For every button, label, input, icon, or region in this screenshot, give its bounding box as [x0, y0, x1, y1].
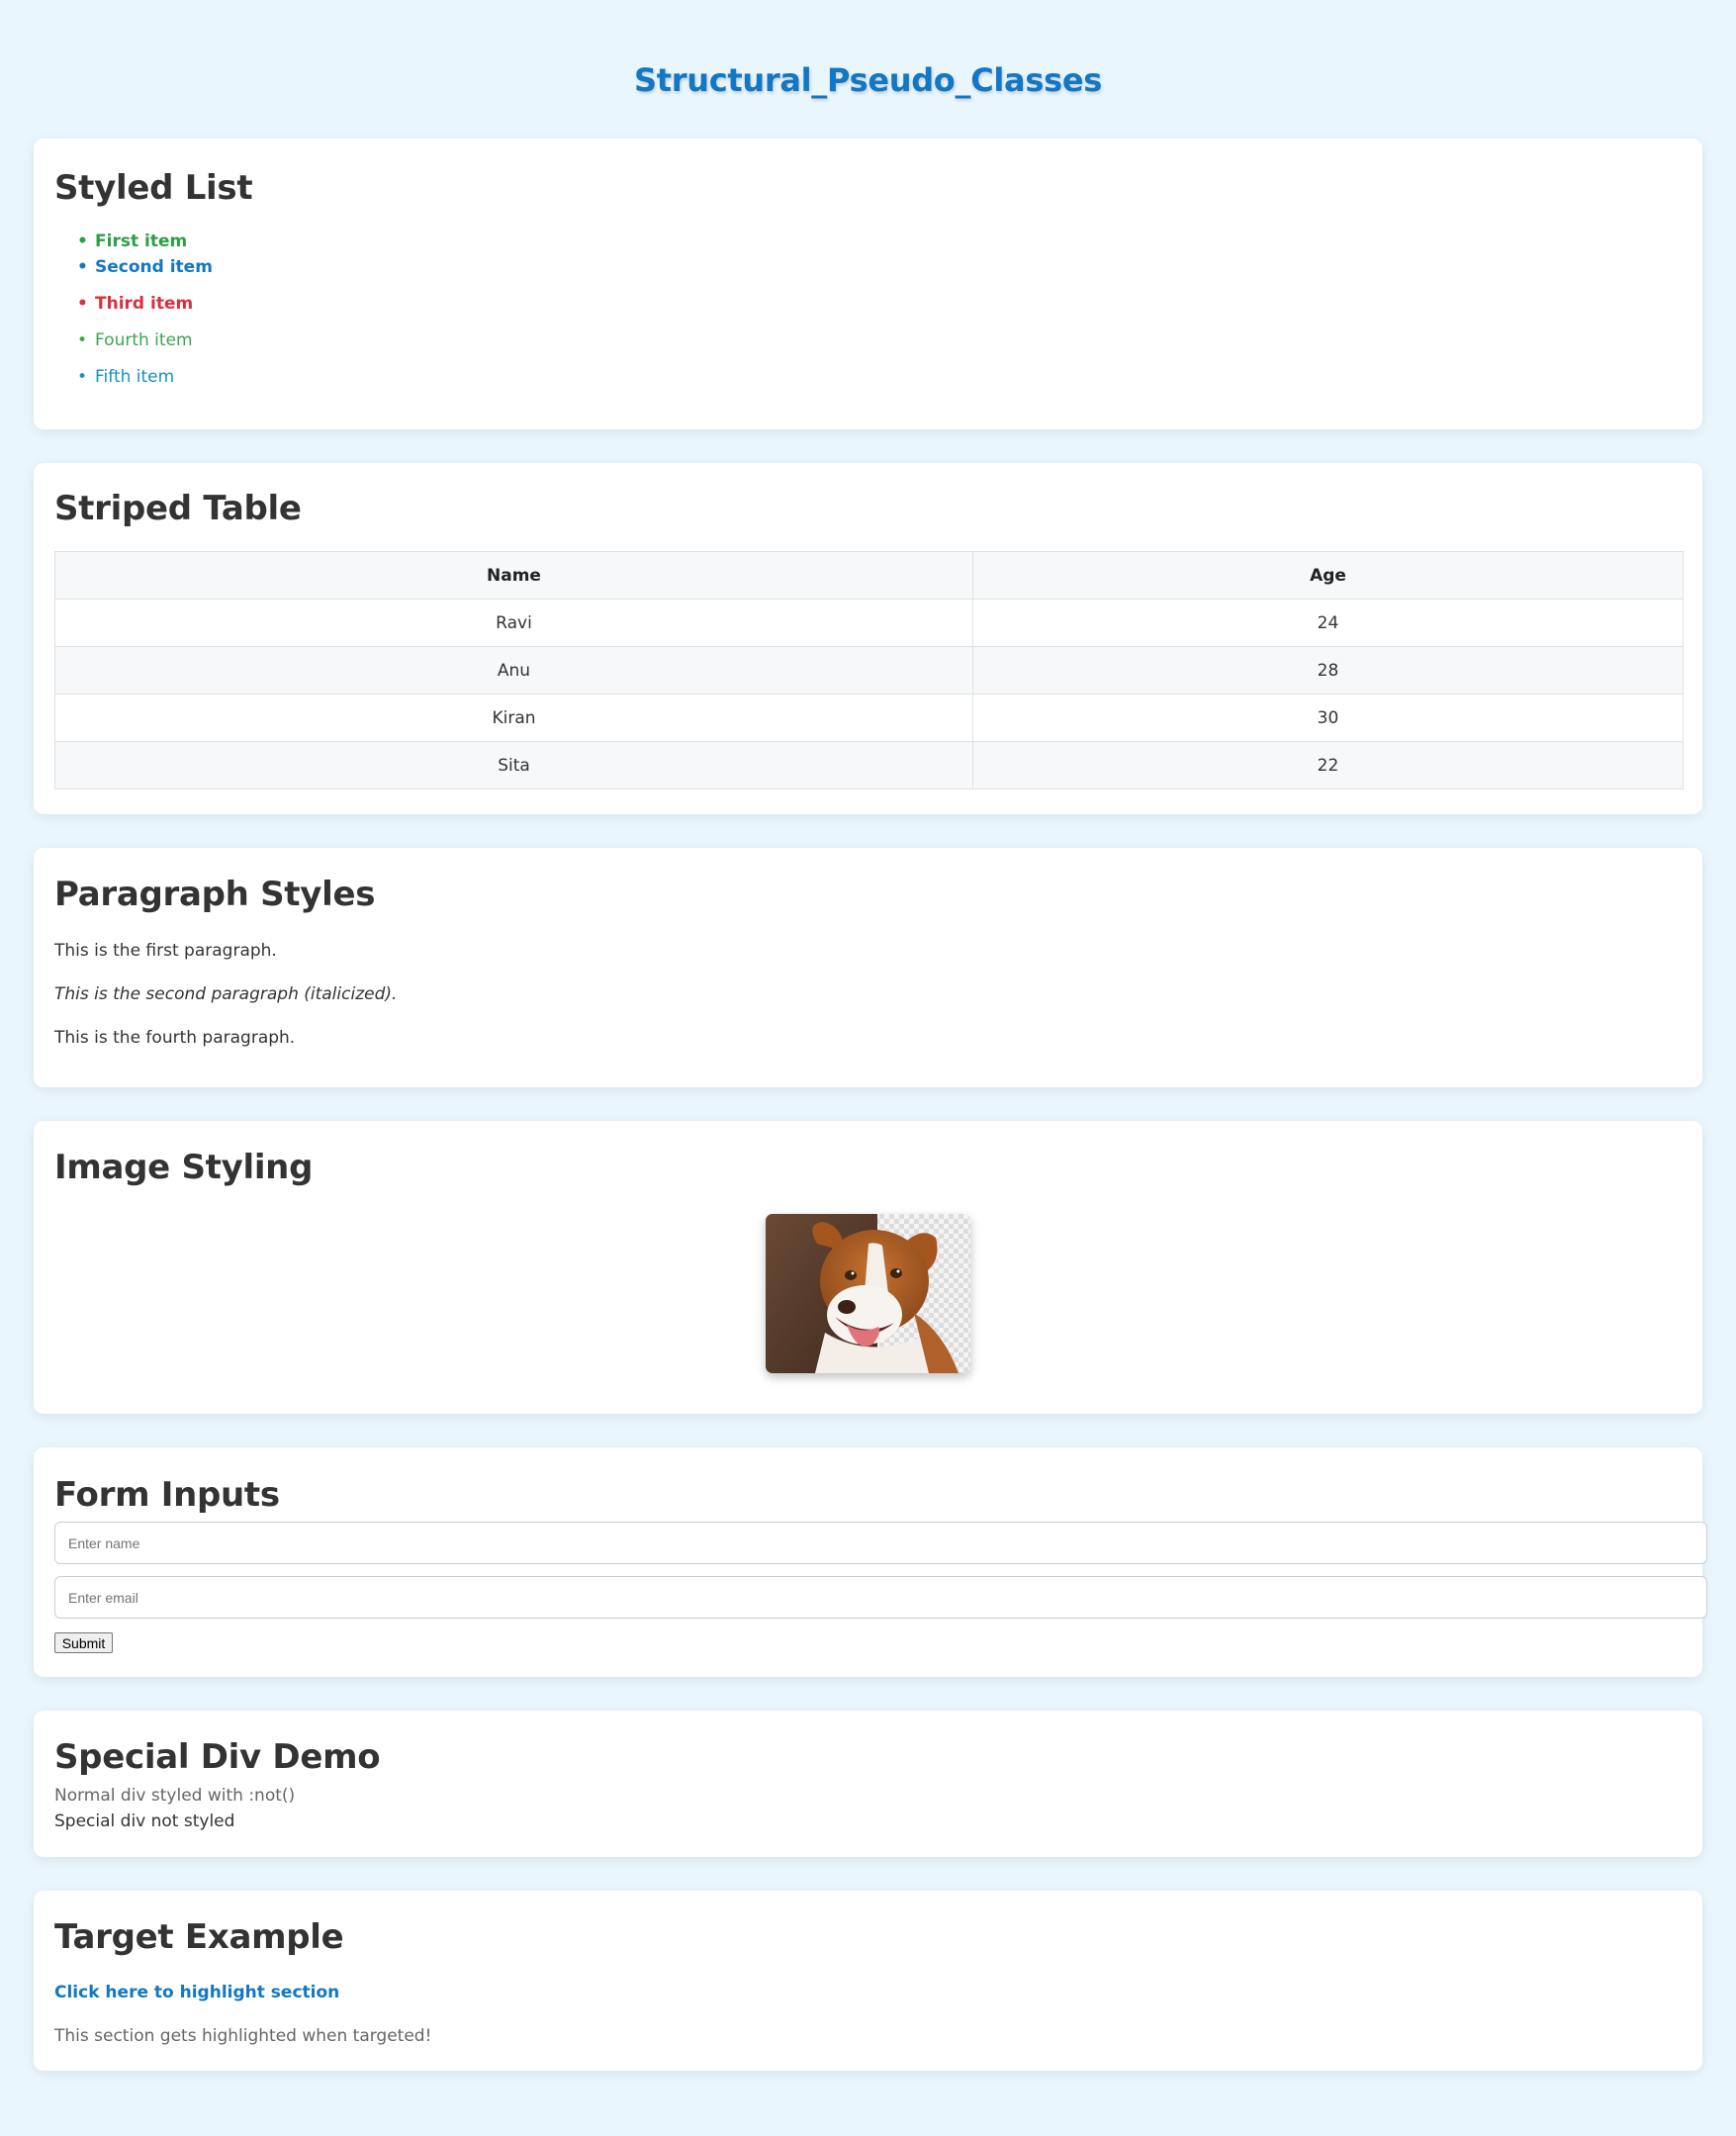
- table-cell: 24: [972, 599, 1684, 647]
- special-div: Special div not styled: [54, 1811, 235, 1831]
- image-styling-heading: Image Styling: [54, 1148, 314, 1187]
- table-row: Kiran 30: [54, 694, 1684, 742]
- list-item: • Third item: [77, 294, 194, 314]
- list-item: • Fifth item: [77, 367, 175, 387]
- normal-div: Normal div styled with :not(): [54, 1786, 296, 1806]
- striped-table-card: Striped Table Name Age Ravi 24 Anu 28 Ki…: [34, 463, 1702, 814]
- table-cell: Sita: [54, 741, 973, 789]
- table-row: Anu 28: [54, 646, 1684, 695]
- table-cell: 30: [972, 694, 1684, 742]
- paragraph-styles-heading: Paragraph Styles: [54, 875, 376, 914]
- paragraph-first: This is the first paragraph.: [54, 941, 277, 961]
- striped-table-heading: Striped Table: [54, 489, 302, 528]
- list-item: • Second item: [77, 257, 213, 277]
- image-styling-card: Image Styling: [34, 1121, 1702, 1414]
- list-item: • First item: [77, 232, 188, 251]
- target-section: This section gets highlighted when targe…: [54, 2026, 432, 2046]
- name-input[interactable]: [54, 1522, 1707, 1564]
- target-example-card: Target Example Click here to highlight s…: [34, 1891, 1702, 2071]
- striped-table: Name Age Ravi 24 Anu 28 Kiran 30 Sita 22: [54, 551, 1684, 789]
- special-div-heading: Special Div Demo: [54, 1737, 381, 1777]
- dog-icon: [766, 1214, 959, 1373]
- form-inputs-card: Form Inputs Submit: [34, 1447, 1707, 1677]
- table-cell: 22: [972, 741, 1684, 789]
- column-header-age: Age: [972, 551, 1684, 600]
- list-item: • Fourth item: [77, 330, 193, 350]
- paragraph-styles-card: Paragraph Styles This is the first parag…: [34, 848, 1702, 1087]
- target-example-heading: Target Example: [54, 1917, 344, 1957]
- table-cell: 28: [972, 646, 1684, 695]
- table-row: Sita 22: [54, 741, 1684, 789]
- table-row: Ravi 24: [54, 599, 1684, 647]
- table-cell: Ravi: [54, 599, 973, 647]
- table-cell: Anu: [54, 646, 973, 695]
- table-cell: Kiran: [54, 694, 973, 742]
- page-title: Structural_Pseudo_Classes: [633, 61, 1102, 99]
- special-div-card: Special Div Demo Normal div styled with …: [34, 1711, 1702, 1857]
- column-header-name: Name: [54, 551, 973, 600]
- dog-image: [766, 1214, 970, 1373]
- styled-list-card: Styled List • First item • Second item • Th…: [34, 139, 1702, 429]
- paragraph-second: This is the second paragraph (italicized…: [54, 984, 398, 1004]
- submit-button[interactable]: Submit: [54, 1632, 113, 1653]
- highlight-section-link[interactable]: Click here to highlight section: [54, 1983, 339, 2002]
- styled-list-heading: Styled List: [54, 168, 253, 208]
- form-inputs-heading: Form Inputs: [54, 1475, 280, 1515]
- email-input[interactable]: [54, 1576, 1707, 1619]
- paragraph-fourth: This is the fourth paragraph.: [54, 1028, 296, 1048]
